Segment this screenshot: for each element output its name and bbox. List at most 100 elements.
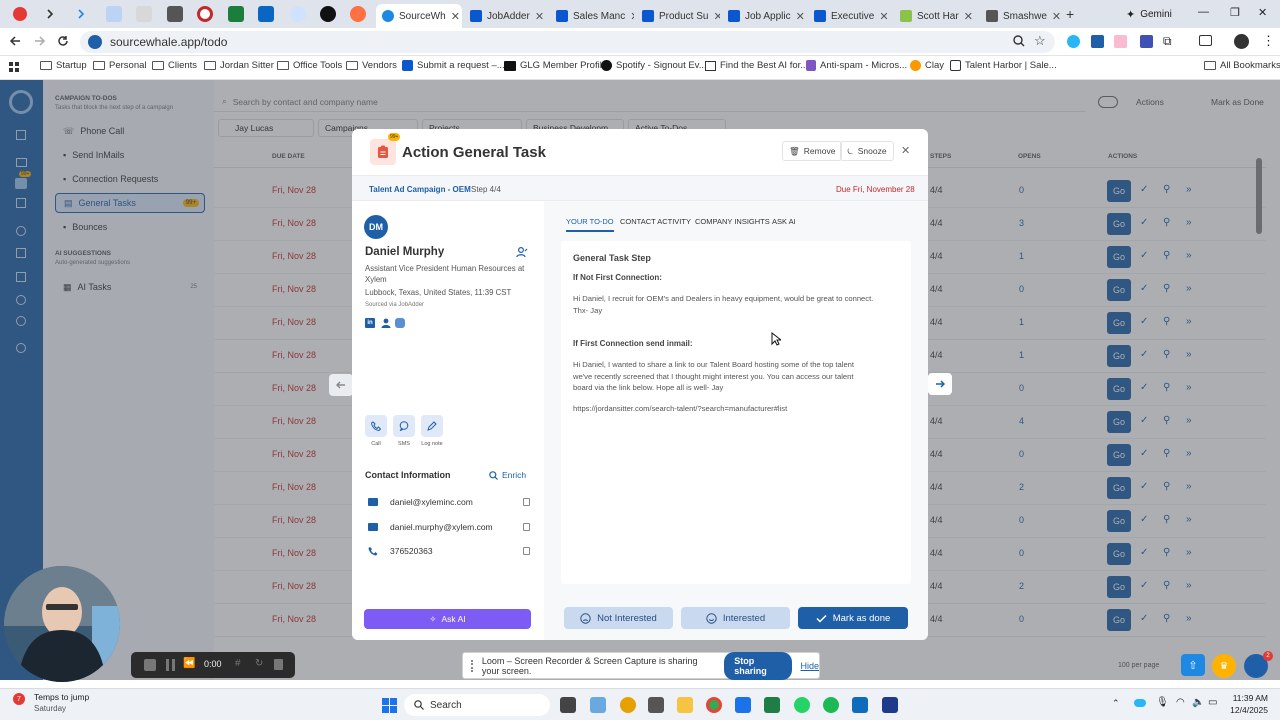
remove-button[interactable]: 🗑 Remove [782,141,843,161]
tab-ask-ai[interactable]: ASK AI [772,217,796,226]
pinned-tab-icon[interactable] [106,6,122,22]
previous-task-button[interactable] [329,374,353,396]
bookmark-startup[interactable]: Startup [40,60,87,71]
window-close-button[interactable]: ✕ [1258,6,1267,19]
extension-icon[interactable] [1091,35,1104,48]
app-icon[interactable] [882,697,898,713]
apps-grid-icon[interactable] [9,62,20,73]
trophy-icon[interactable]: ♛ [1212,654,1236,678]
app-icon[interactable] [648,697,664,713]
minimize-button[interactable]: — [1198,6,1209,18]
extensions-puzzle-icon[interactable]: ⧉ [1163,34,1172,49]
stop-icon[interactable] [144,659,156,671]
split-view-icon[interactable] [1199,35,1212,46]
pinned-tab-icon[interactable] [197,6,213,22]
person-icon[interactable] [381,318,391,328]
taskbar-search[interactable]: Search [404,694,550,716]
enrich-button[interactable]: Enrich [489,470,526,480]
pinned-tab-icon[interactable] [320,6,336,22]
all-bookmarks[interactable]: All Bookmarks [1204,60,1280,71]
extension-icon[interactable] [1114,35,1127,48]
phone-number[interactable]: 376520363 [390,546,433,556]
copy-icon[interactable] [523,547,530,555]
clock-time[interactable]: 11:39 AM [1226,693,1268,703]
chrome-icon[interactable] [706,697,722,713]
mark-as-done-button[interactable]: Mark as done [798,607,908,629]
chevron-right-icon[interactable] [44,6,56,22]
excel-icon[interactable] [764,697,780,713]
address-bar[interactable]: sourcewhale.app/todo [80,31,1055,53]
tab-smashwords[interactable]: Smashwe ✕ [980,4,1060,28]
back-icon[interactable] [9,35,21,47]
email-primary[interactable]: daniel@xyleminc.com [390,497,473,507]
delete-icon[interactable] [274,659,283,670]
tab-executive[interactable]: Executive ✕ [808,4,892,28]
site-info-icon[interactable] [88,35,102,49]
bookmark-find-ai[interactable]: Find the Best AI for... [705,60,808,71]
tab-scott[interactable]: Scott Har ✕ [894,4,978,28]
volume-icon[interactable]: 🔈 [1192,697,1204,708]
weather-title[interactable]: Temps to jump [34,692,89,702]
tab-product[interactable]: Product Su ✕ [636,4,720,28]
file-explorer-icon[interactable] [677,697,693,713]
tab-sourcewhale[interactable]: SourceWh ✕ [376,4,462,28]
forward-icon[interactable] [34,35,46,47]
pinned-tab-icon[interactable] [167,6,183,22]
pinned-tab-icon[interactable] [290,6,306,22]
bookmark-clients[interactable]: Clients [152,60,197,71]
task-view-icon[interactable] [560,697,576,713]
app-icon[interactable] [590,697,606,713]
close-icon[interactable]: ✕ [451,10,460,23]
call-button[interactable] [365,415,387,437]
tab-company-insights[interactable]: COMPANY INSIGHTS [695,217,770,226]
tab-sales-manager[interactable]: Sales Manc ✕ [550,4,634,28]
close-icon[interactable]: ✕ [879,10,888,23]
extension-icon[interactable] [1067,35,1080,48]
stop-sharing-button[interactable]: Stop sharing [724,651,793,680]
bookmark-clay[interactable]: Clay [910,60,944,71]
tab-your-todo[interactable]: YOUR TO-DO [566,217,614,232]
spotify-icon[interactable] [823,697,839,713]
close-icon[interactable]: ✕ [796,10,805,23]
pause-icon[interactable] [166,659,175,671]
pinned-tab-icon[interactable] [136,6,152,22]
ats-icon[interactable] [395,318,405,328]
copy-icon[interactable] [523,498,530,506]
drag-handle-icon[interactable] [471,659,474,672]
talent-board-link[interactable]: https://jordansitter.com/search-talent/?… [573,403,903,415]
profile-avatar[interactable] [1234,34,1249,49]
bookmark-vendors[interactable]: Vendors [346,60,397,71]
email-secondary[interactable]: daniel.murphy@xylem.com [390,522,493,532]
linkedin-icon[interactable]: in [365,318,375,328]
linkedin-tab-icon[interactable] [258,6,274,22]
chevron-up-icon[interactable]: ⌃ [1112,698,1120,709]
bookmark-glg[interactable]: GLG Member Profile [504,60,607,71]
extension-icon[interactable] [1140,35,1153,48]
bookmark-jordan-sitter[interactable]: Jordan Sitter [204,60,274,71]
clock-date[interactable]: 12/4/2025 [1226,705,1268,715]
contact-name[interactable]: Daniel Murphy [365,246,444,258]
wifi-icon[interactable]: ◠ [1176,697,1185,708]
close-icon[interactable]: ✕ [1052,10,1060,23]
grid-icon[interactable]: # [235,658,241,669]
close-icon[interactable]: ✕ [713,10,720,23]
upload-icon[interactable]: ⇧ [1181,654,1205,676]
not-interested-button[interactable]: Not Interested [564,607,673,629]
not-connected-message[interactable]: Hi Daniel, I recruit for OEM's and Deale… [573,293,903,316]
pinned-tab-icon[interactable] [228,6,244,22]
tab-job-application[interactable]: Job Applic ✕ [722,4,806,28]
copy-icon[interactable] [523,523,530,531]
onedrive-icon[interactable] [1134,699,1146,707]
outlook-icon[interactable] [735,697,751,713]
close-icon[interactable]: ✕ [535,10,544,23]
ask-ai-button[interactable]: ✧ Ask AI [364,609,531,629]
campaign-link[interactable]: Talent Ad Campaign - OEM [369,185,471,194]
whatsapp-icon[interactable] [794,697,810,713]
bookmark-spotify[interactable]: Spotify - Signout Ev... [601,60,707,71]
tab-contact-activity[interactable]: CONTACT ACTIVITY [620,217,691,226]
close-icon[interactable]: ✕ [630,10,634,23]
outlook-icon[interactable] [852,697,868,713]
zoom-icon[interactable] [1013,35,1025,47]
more-menu-icon[interactable]: ⋮ [1262,33,1275,49]
microphone-icon[interactable]: 🎙 [1156,697,1169,708]
